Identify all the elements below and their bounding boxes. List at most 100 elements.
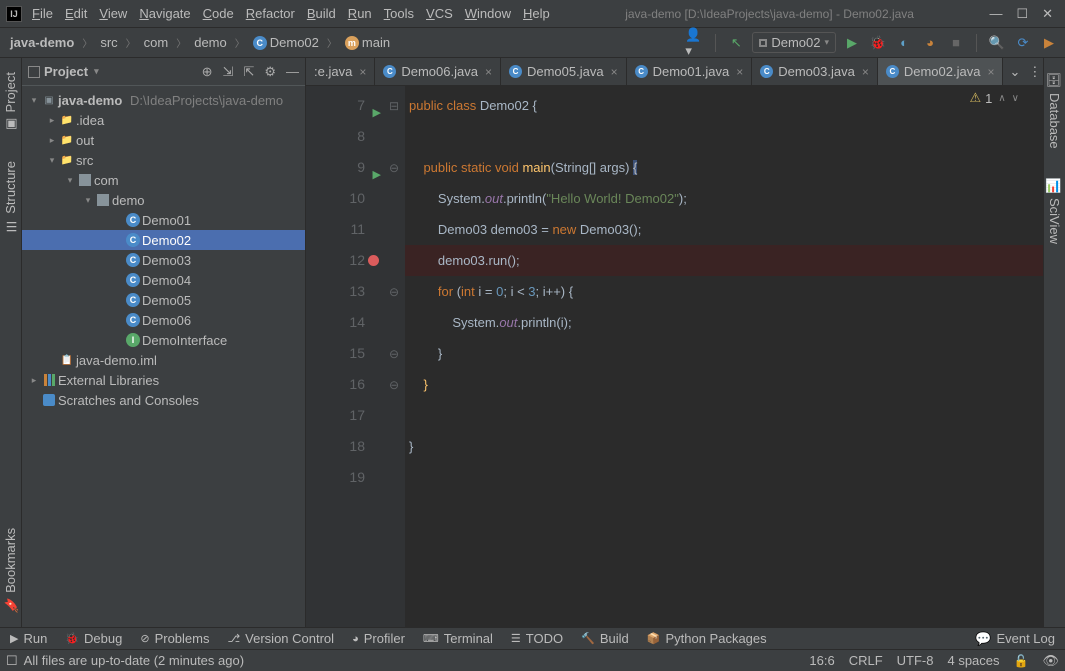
tree-file-demo01[interactable]: CDemo01 bbox=[22, 210, 305, 230]
fold-toggle-icon[interactable]: ⊖ bbox=[383, 338, 405, 369]
tree-file-demo04[interactable]: CDemo04 bbox=[22, 270, 305, 290]
inspect-next-icon[interactable]: ∨ bbox=[1012, 93, 1019, 104]
bottom-problems[interactable]: ⊘Problems bbox=[140, 631, 209, 646]
tree-file-demo02[interactable]: CDemo02 bbox=[22, 230, 305, 250]
bottom-python-packages[interactable]: 📦Python Packages bbox=[647, 631, 767, 646]
breakpoint-icon[interactable] bbox=[368, 255, 379, 266]
menu-window[interactable]: Window bbox=[459, 4, 517, 23]
tab-demo06java[interactable]: CDemo06.java× bbox=[375, 58, 501, 85]
tree-out[interactable]: ▸📁out bbox=[22, 130, 305, 150]
crumb-demo[interactable]: demo bbox=[190, 34, 231, 51]
tab-demo03java[interactable]: CDemo03.java× bbox=[752, 58, 878, 85]
minimize-icon[interactable]: — bbox=[989, 6, 1002, 22]
menu-navigate[interactable]: Navigate bbox=[133, 4, 196, 23]
tree-idea[interactable]: ▸📁.idea bbox=[22, 110, 305, 130]
tool-tab-database[interactable]: 🗄Database bbox=[1045, 66, 1064, 154]
menu-vcs[interactable]: VCS bbox=[420, 4, 459, 23]
bottom-profiler[interactable]: ◕Profiler bbox=[352, 631, 405, 646]
menu-file[interactable]: File bbox=[26, 4, 59, 23]
tab-close-icon[interactable]: × bbox=[485, 65, 492, 79]
expand-all-icon[interactable]: ⇲ bbox=[223, 64, 234, 80]
readonly-lock-icon[interactable]: 🔓 bbox=[1014, 654, 1029, 668]
fold-toggle-icon[interactable]: ⊖ bbox=[383, 276, 405, 307]
tree-file-demointerface[interactable]: IDemoInterface bbox=[22, 330, 305, 350]
project-panel-title[interactable]: Project▾ bbox=[28, 64, 99, 79]
bottom-build[interactable]: 🔨Build bbox=[581, 631, 629, 646]
tab-demo05java[interactable]: CDemo05.java× bbox=[501, 58, 627, 85]
search-icon[interactable]: 🔍 bbox=[987, 33, 1007, 53]
code-area[interactable]: 7▶89▶10111213141516171819 ⊟⊖⊖⊖⊖ public c… bbox=[306, 86, 1043, 627]
line-separator[interactable]: CRLF bbox=[849, 653, 883, 668]
tool-tab-sciview[interactable]: 📊SciView bbox=[1045, 172, 1064, 250]
cursor-position[interactable]: 16:6 bbox=[809, 653, 834, 668]
inspect-prev-icon[interactable]: ∧ bbox=[998, 93, 1005, 104]
menu-refactor[interactable]: Refactor bbox=[240, 4, 301, 23]
bottom-version-control[interactable]: ⎇Version Control bbox=[227, 631, 334, 646]
sync-icon[interactable]: ⟳ bbox=[1013, 33, 1033, 53]
tree-file-demo06[interactable]: CDemo06 bbox=[22, 310, 305, 330]
run-config-selector[interactable]: Demo02▾ bbox=[752, 32, 836, 53]
encoding[interactable]: UTF-8 bbox=[897, 653, 934, 668]
tab-close-icon[interactable]: × bbox=[862, 65, 869, 79]
tab-dropdown-icon[interactable]: ⌄ bbox=[1009, 64, 1020, 80]
menu-view[interactable]: View bbox=[93, 4, 133, 23]
menu-code[interactable]: Code bbox=[197, 4, 240, 23]
bottom-debug[interactable]: 🐞Debug bbox=[65, 631, 122, 646]
tree-src[interactable]: ▾📁src bbox=[22, 150, 305, 170]
tree-file-demo05[interactable]: CDemo05 bbox=[22, 290, 305, 310]
mem-indicator-icon[interactable]: 👁 bbox=[1042, 653, 1059, 669]
event-log[interactable]: 💬Event Log bbox=[975, 631, 1055, 647]
tab-demo02java[interactable]: CDemo02.java× bbox=[878, 58, 1004, 85]
menu-edit[interactable]: Edit bbox=[59, 4, 93, 23]
indent-status[interactable]: 4 spaces bbox=[947, 653, 999, 668]
user-icon[interactable]: 👤▾ bbox=[685, 33, 705, 53]
tree-iml[interactable]: 📋java-demo.iml bbox=[22, 350, 305, 370]
inspection-indicator[interactable]: ⚠1 ∧∨ bbox=[969, 90, 1019, 106]
menu-run[interactable]: Run bbox=[342, 4, 378, 23]
tree-com[interactable]: ▾com bbox=[22, 170, 305, 190]
bottom-todo[interactable]: ☰TODO bbox=[511, 631, 563, 646]
run-button[interactable]: ▶ bbox=[842, 33, 862, 53]
crumb-com[interactable]: com bbox=[140, 34, 173, 51]
profile-button[interactable]: ◕ bbox=[920, 33, 940, 53]
close-icon[interactable]: ✕ bbox=[1042, 6, 1053, 22]
fold-gutter[interactable]: ⊟⊖⊖⊖⊖ bbox=[383, 86, 405, 627]
project-tree[interactable]: ▾▣java-demo D:\IdeaProjects\java-demo ▸📁… bbox=[22, 86, 305, 627]
line-gutter[interactable]: 7▶89▶10111213141516171819 bbox=[306, 86, 383, 627]
tab-close-icon[interactable]: × bbox=[611, 65, 618, 79]
tree-scratches[interactable]: Scratches and Consoles bbox=[22, 390, 305, 410]
ide-scripting-icon[interactable]: ▶ bbox=[1039, 33, 1059, 53]
fold-toggle-icon[interactable]: ⊟ bbox=[383, 90, 405, 121]
crumb-class[interactable]: CDemo02 bbox=[249, 34, 323, 51]
crumb-method[interactable]: mmain bbox=[341, 34, 394, 51]
tab-demo01java[interactable]: CDemo01.java× bbox=[627, 58, 753, 85]
maximize-icon[interactable]: ☐ bbox=[1016, 6, 1028, 22]
debug-button[interactable]: 🐞 bbox=[868, 33, 888, 53]
tool-tab-project[interactable]: ▣Project bbox=[1, 66, 20, 137]
bottom-run[interactable]: ▶Run bbox=[10, 631, 47, 646]
select-opened-icon[interactable]: ⊕ bbox=[202, 64, 213, 80]
panel-settings-icon[interactable]: ⚙ bbox=[264, 64, 276, 80]
tool-tab-bookmarks[interactable]: 🔖Bookmarks bbox=[1, 522, 20, 619]
tab-close-icon[interactable]: × bbox=[736, 65, 743, 79]
crumb-project[interactable]: java-demo bbox=[6, 34, 78, 51]
tool-tab-structure[interactable]: ☰Structure bbox=[1, 155, 20, 239]
tab-more-icon[interactable]: ⋮ bbox=[1028, 64, 1041, 80]
make-icon[interactable]: ↖ bbox=[726, 33, 746, 53]
fold-toggle-icon[interactable]: ⊖ bbox=[383, 152, 405, 183]
tab-close-icon[interactable]: × bbox=[987, 65, 994, 79]
status-icon[interactable]: ☐ bbox=[6, 653, 18, 669]
crumb-src[interactable]: src bbox=[96, 34, 121, 51]
tree-root[interactable]: ▾▣java-demo D:\IdeaProjects\java-demo bbox=[22, 90, 305, 110]
menu-tools[interactable]: Tools bbox=[378, 4, 420, 23]
tree-file-demo03[interactable]: CDemo03 bbox=[22, 250, 305, 270]
bottom-terminal[interactable]: ⌨Terminal bbox=[423, 631, 493, 646]
tab-close-icon[interactable]: × bbox=[359, 65, 366, 79]
menu-help[interactable]: Help bbox=[517, 4, 556, 23]
coverage-button[interactable]: ◐ bbox=[894, 33, 914, 53]
fold-toggle-icon[interactable]: ⊖ bbox=[383, 369, 405, 400]
tab-ejava[interactable]: :e.java× bbox=[306, 58, 375, 85]
menu-build[interactable]: Build bbox=[301, 4, 342, 23]
panel-hide-icon[interactable]: — bbox=[286, 64, 299, 80]
collapse-all-icon[interactable]: ⇱ bbox=[243, 64, 254, 80]
